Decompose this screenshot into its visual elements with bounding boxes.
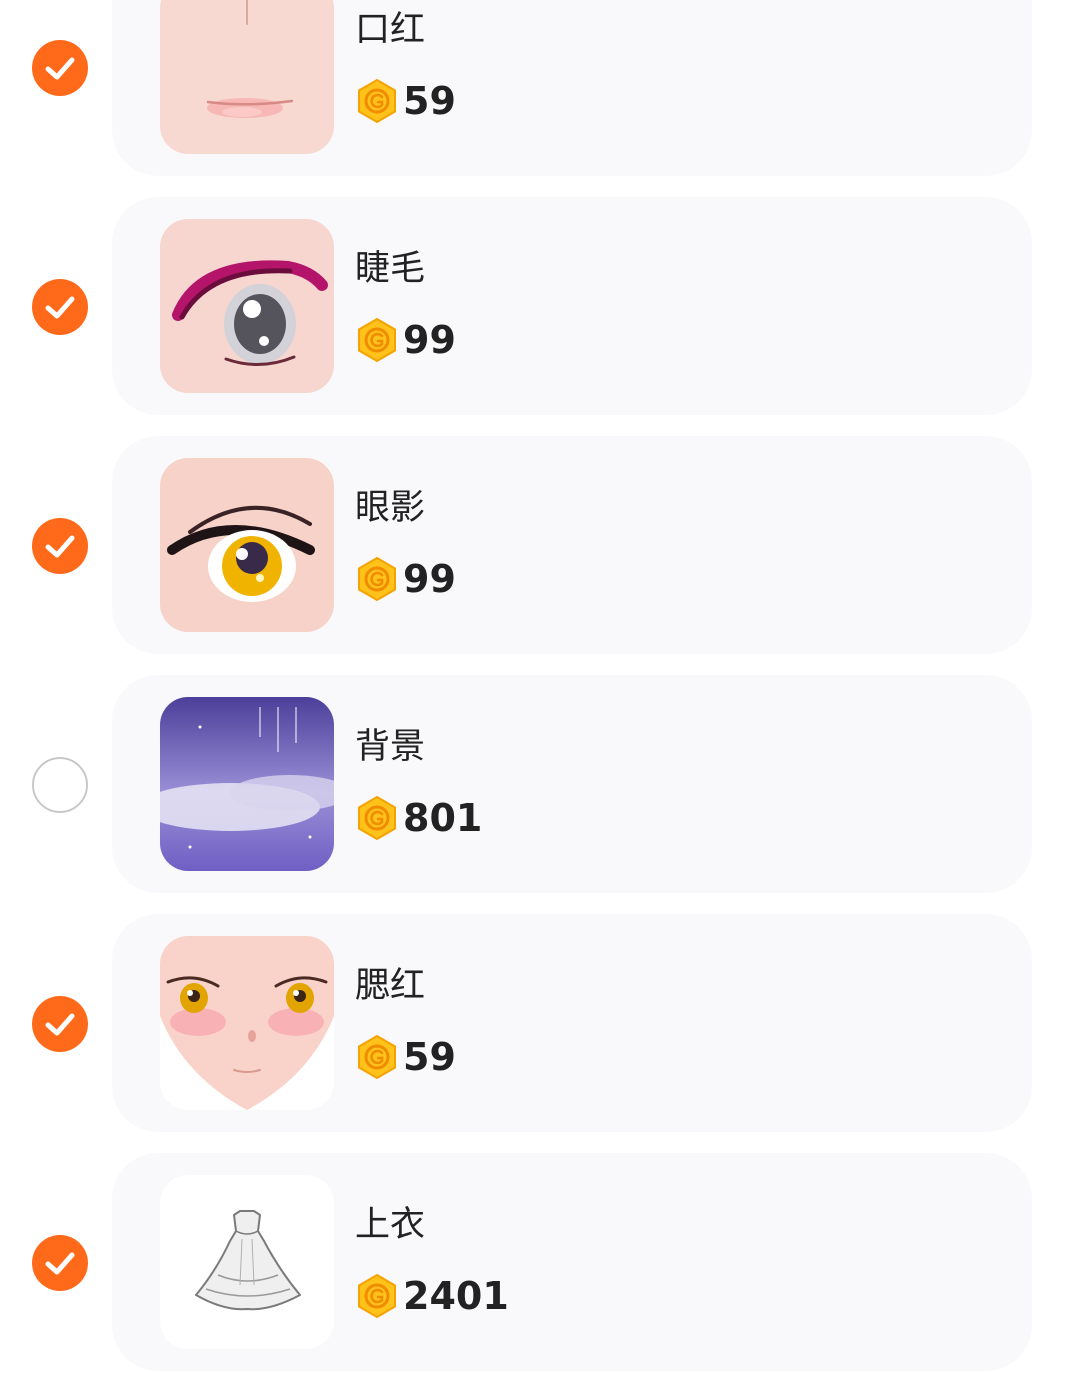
gold-coin-icon <box>358 556 396 602</box>
item-card[interactable]: 睫毛 99 <box>112 197 1032 415</box>
list-item: 睫毛 99 <box>0 197 1079 415</box>
item-price-value: 2401 <box>403 1274 509 1318</box>
list-item: 上衣 2401 <box>0 1153 1079 1371</box>
blush-thumbnail-image <box>160 936 334 1110</box>
item-price: 59 <box>356 78 456 124</box>
item-name: 眼影 <box>355 488 426 528</box>
top-garment-thumbnail-image <box>160 1175 334 1349</box>
gold-coin-icon <box>358 795 396 841</box>
item-thumbnail <box>160 1175 334 1349</box>
item-name: 上衣 <box>355 1205 426 1245</box>
item-price-value: 59 <box>403 1035 456 1079</box>
item-card[interactable]: 口红 59 <box>112 0 1032 176</box>
item-thumbnail <box>160 697 334 871</box>
gold-coin-icon <box>358 317 396 363</box>
item-price: 99 <box>356 317 456 363</box>
item-name: 腮红 <box>355 966 426 1006</box>
item-select-checkbox[interactable] <box>32 279 88 335</box>
gold-coin-icon <box>358 78 396 124</box>
list-item: 口红 59 <box>0 0 1079 176</box>
list-item: 眼影 99 <box>0 436 1079 654</box>
list-item: 腮红 59 <box>0 914 1079 1132</box>
item-price: 59 <box>356 1034 456 1080</box>
checkmark-icon <box>45 296 75 319</box>
item-card[interactable]: 眼影 99 <box>112 436 1032 654</box>
item-thumbnail <box>160 0 334 154</box>
item-price: 2401 <box>356 1273 509 1319</box>
item-thumbnail <box>160 219 334 393</box>
item-price-value: 99 <box>403 557 456 601</box>
item-price: 99 <box>356 556 456 602</box>
item-name: 口红 <box>355 10 426 50</box>
list-item: 背景 801 <box>0 675 1079 893</box>
item-name: 睫毛 <box>355 249 426 289</box>
item-price-value: 99 <box>403 318 456 362</box>
item-card[interactable]: 腮红 59 <box>112 914 1032 1132</box>
item-select-checkbox[interactable] <box>32 40 88 96</box>
item-select-checkbox[interactable] <box>32 1235 88 1291</box>
background-thumbnail-image <box>160 697 334 871</box>
item-card[interactable]: 背景 801 <box>112 675 1032 893</box>
item-card[interactable]: 上衣 2401 <box>112 1153 1032 1371</box>
lipstick-thumbnail-image <box>160 0 334 154</box>
eyelash-thumbnail-image <box>160 219 334 393</box>
item-price-value: 59 <box>403 79 456 123</box>
checkmark-icon <box>45 535 75 558</box>
gold-coin-icon <box>358 1273 396 1319</box>
item-select-checkbox[interactable] <box>32 996 88 1052</box>
item-name: 背景 <box>355 727 426 767</box>
gold-coin-icon <box>358 1034 396 1080</box>
purchase-item-list: 口红 59 睫毛 99 眼影 99 背景 801 腮红 59 上衣 2401 <box>0 0 1079 1373</box>
item-select-checkbox[interactable] <box>32 757 88 813</box>
eyeshadow-thumbnail-image <box>160 458 334 632</box>
item-select-checkbox[interactable] <box>32 518 88 574</box>
checkmark-icon <box>45 1252 75 1275</box>
item-thumbnail <box>160 458 334 632</box>
item-thumbnail <box>160 936 334 1110</box>
item-price-value: 801 <box>403 796 483 840</box>
item-price: 801 <box>356 795 482 841</box>
checkmark-icon <box>45 57 75 80</box>
checkmark-icon <box>45 1013 75 1036</box>
